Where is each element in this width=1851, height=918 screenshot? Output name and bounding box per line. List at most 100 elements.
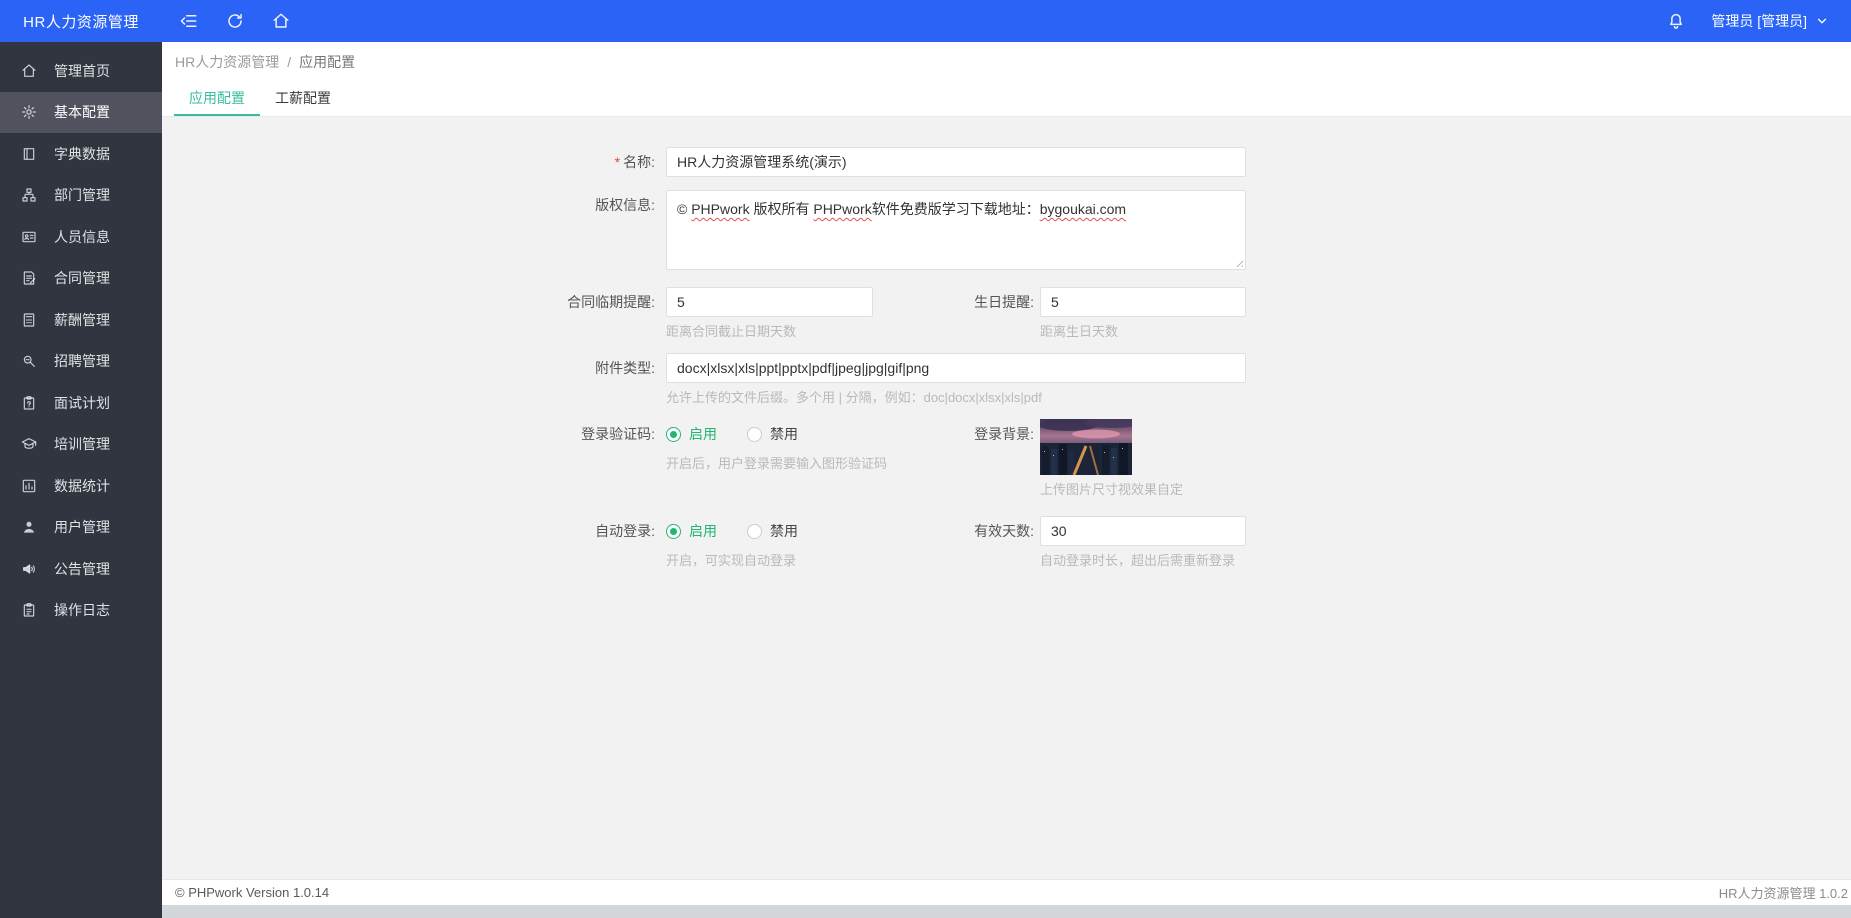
radio-option-label: 启用: [689, 523, 717, 539]
user-menu-label: 管理员 [管理员]: [1711, 13, 1807, 29]
sidebar-item-basic-config[interactable]: 基本配置: [0, 91, 162, 133]
copyright-textarea[interactable]: © PHPwork 版权所有 PHPwork软件免费版学习下载地址：bygouk…: [666, 190, 1246, 270]
bell-icon[interactable]: [1667, 12, 1685, 30]
sidebar-item-contracts[interactable]: 合同管理: [0, 258, 162, 300]
sidebar-item-dictionary[interactable]: 字典数据: [0, 133, 162, 175]
sidebar-item-label: 部门管理: [54, 187, 110, 204]
auto-login-radio-disable[interactable]: 禁用: [747, 521, 798, 541]
copyright-text-misspelled: PHPwork: [691, 201, 750, 217]
sidebar-item-statistics[interactable]: 数据统计: [0, 465, 162, 507]
contract-reminder-input[interactable]: [666, 287, 873, 317]
captcha-radio-enable[interactable]: 启用: [666, 424, 717, 444]
tab-salary-config[interactable]: 工薪配置: [260, 82, 346, 116]
copyright-text: 软件免费版学习下载地址：: [871, 201, 1040, 217]
tab-app-config[interactable]: 应用配置: [174, 82, 260, 116]
sidebar-item-training[interactable]: 培训管理: [0, 424, 162, 466]
valid-days-hint: 自动登录时长，超出后需重新登录: [1040, 553, 1236, 568]
bottom-strip: [162, 905, 1851, 918]
copyright-text-misspelled: PHPwork: [813, 201, 872, 217]
birthday-reminder-input[interactable]: [1040, 287, 1246, 317]
login-bg-label: 登录背景:: [974, 426, 1034, 442]
form-row-attachments: 附件类型: 允许上传的文件后缀。多个用 | 分隔，例如：doc|docx|xls…: [162, 353, 1851, 406]
radio-option-label: 禁用: [770, 426, 798, 442]
valid-days-input[interactable]: [1040, 516, 1246, 546]
sidebar-item-personnel[interactable]: 人员信息: [0, 216, 162, 258]
contract-reminder-label: 合同临期提醒:: [567, 294, 655, 310]
breadcrumb-root[interactable]: HR人力资源管理: [175, 52, 279, 72]
auto-login-radio-enable[interactable]: 启用: [666, 521, 717, 541]
attachment-types-input[interactable]: [666, 353, 1246, 383]
sidebar-item-label: 数据统计: [54, 477, 110, 494]
user-icon: [21, 519, 37, 535]
chart-icon: [21, 478, 37, 494]
refresh-icon[interactable]: [226, 12, 244, 30]
auto-login-label: 自动登录:: [595, 523, 655, 539]
main-content: HR人力资源管理 / 应用配置 应用配置 工薪配置 * 名称: HR人力资源管理…: [162, 42, 1851, 918]
radio-option-label: 禁用: [770, 523, 798, 539]
sidebar-item-announcements[interactable]: 公告管理: [0, 548, 162, 590]
birthday-reminder-label: 生日提醒:: [974, 294, 1034, 310]
name-label: * 名称:: [614, 154, 655, 170]
megaphone-icon: [21, 561, 37, 577]
sidebar-item-users[interactable]: 用户管理: [0, 507, 162, 549]
footer-version-right: HR人力资源管理 1.0.2: [1718, 886, 1848, 901]
app-window: HR人力资源管理 管理员 [管理员] 管理首页 基本配置 字典数据 部门管理 人…: [0, 0, 1851, 918]
config-form: *名称: 版权信息: © PHPwork 版权所有 PHPwork软件免费版学习…: [162, 117, 1851, 879]
radio-unselected-icon: [747, 523, 762, 539]
captcha-radio-group: 启用 禁用: [666, 419, 873, 449]
required-asterisk: *: [614, 154, 621, 170]
home-icon: [21, 63, 37, 79]
footer-version-left: © PHPwork Version 1.0.14: [175, 885, 330, 900]
sidebar-item-departments[interactable]: 部门管理: [0, 175, 162, 217]
attachment-types-label: 附件类型:: [595, 360, 655, 376]
log-icon: [21, 602, 37, 618]
contract-reminder-hint: 距离合同截止日期天数: [666, 324, 797, 339]
recruit-search-icon: [21, 353, 37, 369]
breadcrumb-current: 应用配置: [299, 54, 356, 70]
sidebar-nav: 管理首页 基本配置 字典数据 部门管理 人员信息 合同管理 薪酬管理 招聘管理 …: [0, 42, 162, 918]
copyright-label: 版权信息:: [595, 197, 655, 213]
radio-selected-icon: [666, 426, 681, 442]
copyright-text: 版权所有: [749, 201, 814, 217]
gear-icon: [21, 104, 37, 120]
clipboard-icon: [21, 395, 37, 411]
name-input[interactable]: [666, 147, 1246, 177]
sidebar-item-label: 招聘管理: [54, 353, 110, 370]
radio-selected-icon: [666, 523, 681, 539]
top-navbar: HR人力资源管理 管理员 [管理员]: [0, 0, 1851, 42]
chevron-down-icon: [1817, 18, 1827, 24]
sidebar-item-label: 用户管理: [54, 519, 110, 536]
form-row-reminders: 合同临期提醒: 距离合同截止日期天数 生日提醒: 距离生日天数: [162, 287, 1851, 340]
sidebar-item-operation-log[interactable]: 操作日志: [0, 590, 162, 632]
sidebar-item-recruitment[interactable]: 招聘管理: [0, 341, 162, 383]
sidebar-item-label: 管理首页: [54, 62, 110, 79]
captcha-radio-disable[interactable]: 禁用: [747, 424, 798, 444]
sidebar-item-label: 基本配置: [54, 104, 110, 121]
login-bg-hint: 上传图片尺寸视效果自定: [1040, 482, 1184, 497]
contract-icon: [21, 270, 37, 286]
footer-bar: © PHPwork Version 1.0.14 HR人力资源管理 1.0.2: [162, 879, 1851, 905]
sidebar-item-label: 公告管理: [54, 560, 110, 577]
form-row-captcha-loginbg: 登录验证码: 启用 禁用 开启后，用户登录需要输入图形验证码 登录背景: 上传图…: [162, 419, 1851, 498]
navbar-icons: [162, 12, 290, 30]
navbar-right: 管理员 [管理员]: [1667, 11, 1851, 31]
sidebar-item-interviews[interactable]: 面试计划: [0, 382, 162, 424]
auto-login-radio-group: 启用 禁用: [666, 516, 873, 546]
sidebar-item-home[interactable]: 管理首页: [0, 50, 162, 92]
graduation-cap-icon: [21, 436, 37, 452]
sidebar-item-salary[interactable]: 薪酬管理: [0, 299, 162, 341]
birthday-reminder-hint: 距离生日天数: [1040, 324, 1119, 339]
captcha-hint: 开启后，用户登录需要输入图形验证码: [666, 456, 888, 471]
captcha-label: 登录验证码:: [581, 426, 655, 442]
login-background-image[interactable]: [1040, 419, 1132, 475]
sidebar-item-label: 人员信息: [54, 228, 110, 245]
sidebar-item-label: 合同管理: [54, 270, 110, 287]
form-row-name: * 名称:: [162, 147, 1851, 177]
menu-fold-icon[interactable]: [180, 12, 198, 30]
sitemap-icon: [21, 187, 37, 203]
id-card-icon: [21, 229, 37, 245]
home-icon[interactable]: [272, 12, 290, 30]
sidebar-item-label: 薪酬管理: [54, 311, 110, 328]
auto-login-hint: 开启，可实现自动登录: [666, 553, 797, 568]
user-menu[interactable]: 管理员 [管理员]: [1711, 11, 1829, 31]
